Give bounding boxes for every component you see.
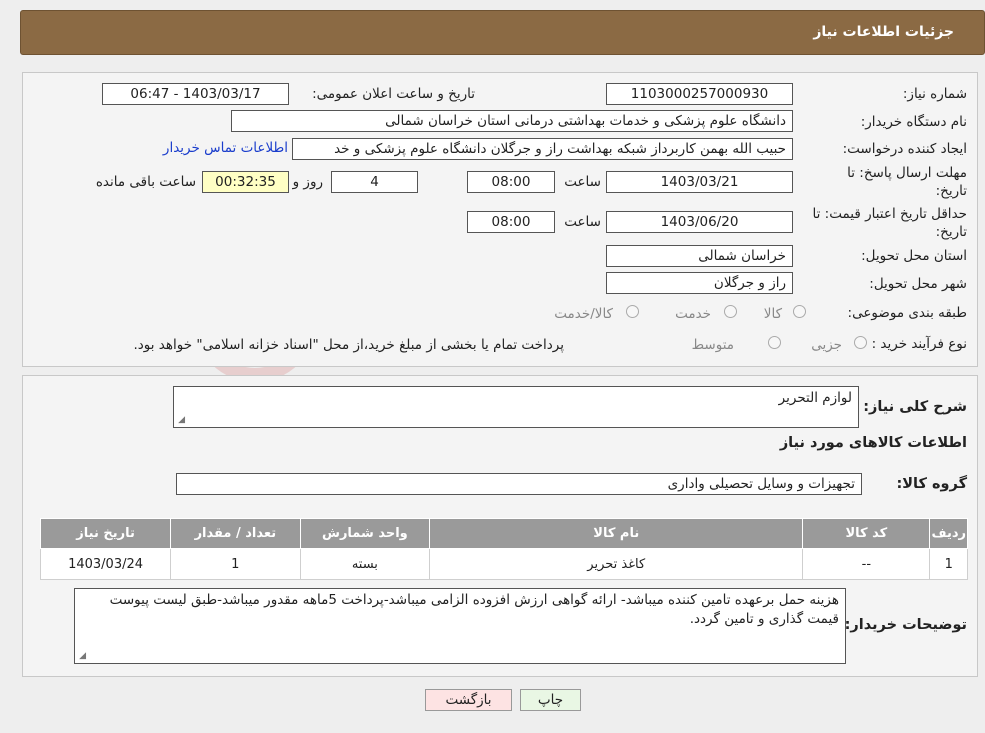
announce-label: تاریخ و ساعت اعلان عمومی: [312, 86, 475, 102]
process-minor-label: جزیی [811, 337, 842, 353]
announce-field: 1403/03/17 - 06:47 [102, 83, 289, 105]
process-medium-radio[interactable] [768, 336, 781, 349]
goods-group-field: تجهیزات و وسایل تحصیلی واداری [176, 473, 862, 495]
back-button[interactable]: بازگشت [425, 689, 512, 711]
validity-date-field: 1403/06/20 [606, 211, 793, 233]
buyer-org-label: نام دستگاه خریدار: [860, 114, 967, 130]
need-number-label: شماره نیاز: [902, 86, 967, 102]
goods-table-header: ردیف کد کالا نام کالا واحد شمارش تعداد /… [39, 518, 968, 549]
goods-table: ردیف کد کالا نام کالا واحد شمارش تعداد /… [39, 518, 968, 580]
category-goods-label: کالا [763, 306, 782, 322]
validity-label: حداقل تاریخ اعتبار قیمت: تا [812, 206, 967, 222]
goods-info-title: اطلاعات کالاهای مورد نیاز [779, 435, 967, 451]
process-minor-radio[interactable] [854, 336, 867, 349]
col-need-date: تاریخ نیاز [39, 518, 172, 549]
buyer-org-field: دانشگاه علوم پزشکی و خدمات بهداشتی درمان… [231, 110, 793, 132]
resize-grip-icon[interactable]: ◢ [176, 416, 185, 425]
validity-time-label: ساعت [564, 214, 601, 230]
category-goods-service-label: کالا/خدمت [554, 306, 613, 322]
buyer-contact-link[interactable]: اطلاعات تماس خریدار [163, 140, 288, 156]
process-note: پرداخت تمام یا بخشی از مبلغ خرید،از محل … [133, 337, 564, 353]
deadline-time-label: ساعت [564, 174, 601, 190]
col-code: کد کالا [802, 518, 931, 549]
summary-text: لوازم التحریر [778, 390, 852, 406]
city-label: شهر محل تحویل: [869, 276, 967, 292]
days-label: روز و [292, 174, 323, 190]
deadline-label: مهلت ارسال پاسخ: تا [847, 165, 967, 181]
requester-field: حبیب الله بهمن کاربرداز شبکه بهداشت راز … [292, 138, 793, 160]
category-goods-radio[interactable] [793, 305, 806, 318]
deadline-label-date: تاریخ: [935, 183, 967, 199]
resize-grip-icon[interactable]: ◢ [77, 652, 86, 661]
cell-unit: بسته [299, 548, 431, 580]
buyer-notes-textarea[interactable]: هزینه حمل برعهده تامین کننده میباشد- ارا… [74, 588, 846, 664]
province-field: خراسان شمالی [606, 245, 793, 267]
validity-time-field: 08:00 [467, 211, 555, 233]
province-label: استان محل تحویل: [861, 248, 967, 264]
col-name: نام کالا [429, 518, 804, 549]
print-button[interactable]: چاپ [520, 689, 581, 711]
goods-group-label: گروه کالا: [896, 476, 967, 492]
process-label: نوع فرآیند خرید : [871, 336, 967, 352]
col-quantity: تعداد / مقدار [170, 518, 301, 549]
validity-label-date: تاریخ: [935, 224, 967, 240]
category-goods-service-radio[interactable] [626, 305, 639, 318]
page-header: جزئیات اطلاعات نیاز [20, 10, 985, 55]
deadline-time-field: 08:00 [467, 171, 555, 193]
city-field: راز و جرگلان [606, 272, 793, 294]
process-medium-label: متوسط [691, 337, 734, 353]
buyer-notes-text: هزینه حمل برعهده تامین کننده میباشد- ارا… [109, 592, 839, 627]
cell-name: کاغذ تحریر [429, 548, 804, 580]
category-service-label: خدمت [675, 306, 711, 322]
summary-textarea[interactable]: لوازم التحریر ◢ [173, 386, 859, 428]
category-service-radio[interactable] [724, 305, 737, 318]
cell-quantity: 1 [170, 548, 301, 580]
col-row: ردیف [929, 518, 968, 549]
cell-need-date: 1403/03/24 [39, 548, 172, 580]
remaining-label: ساعت باقی مانده [95, 174, 196, 190]
deadline-date-field: 1403/03/21 [606, 171, 793, 193]
col-unit: واحد شمارش [299, 518, 431, 549]
cell-code: -- [802, 548, 931, 580]
days-field: 4 [331, 171, 418, 193]
cell-row: 1 [929, 548, 968, 580]
table-row: 1 -- کاغذ تحریر بسته 1 1403/03/24 [39, 548, 968, 580]
category-label: طبقه بندی موضوعی: [847, 305, 967, 321]
summary-label: شرح کلی نیاز: [863, 399, 967, 415]
requester-label: ایجاد کننده درخواست: [842, 141, 967, 157]
need-number-field: 1103000257000930 [606, 83, 793, 105]
page-title: جزئیات اطلاعات نیاز [813, 24, 954, 40]
remaining-time-field: 00:32:35 [202, 171, 289, 193]
buyer-notes-label: توضیحات خریدار: [844, 617, 967, 633]
